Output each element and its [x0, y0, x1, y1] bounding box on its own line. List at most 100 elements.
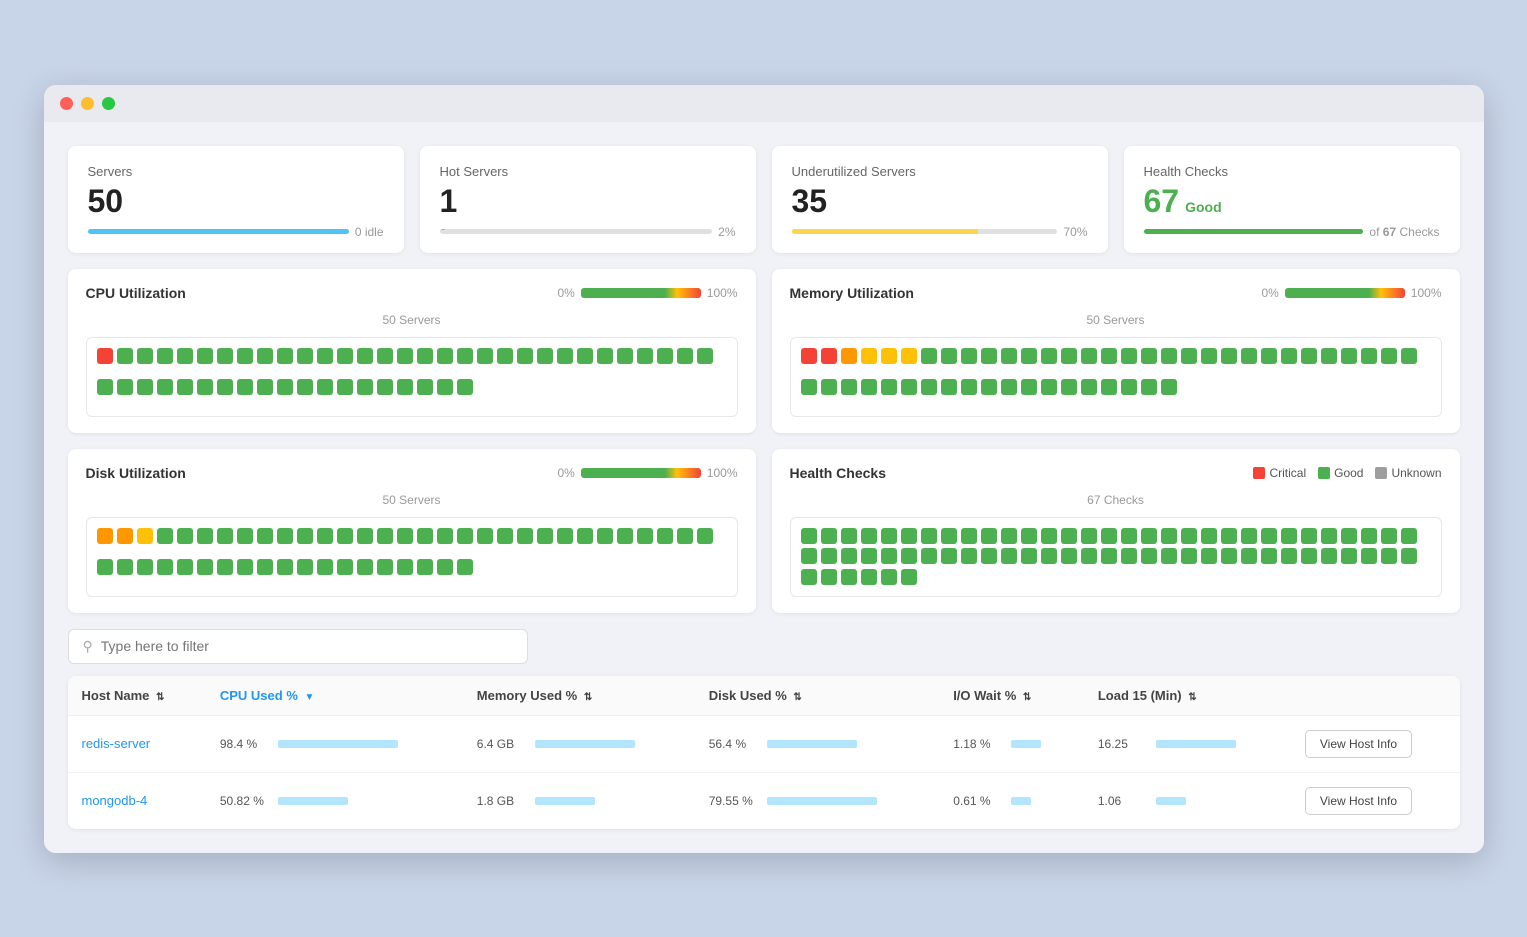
- server-dot: [97, 379, 113, 395]
- underutilized-card: Underutilized Servers 35 70%: [772, 146, 1108, 253]
- legend-critical-dot: [1253, 467, 1265, 479]
- check-dot: [881, 548, 897, 564]
- memory-server-count: 50 Servers: [790, 313, 1442, 327]
- cpu-sort-icon: ▼: [305, 692, 315, 703]
- check-dot: [1381, 548, 1397, 564]
- server-dot: [257, 528, 273, 544]
- server-dot: [1101, 379, 1117, 395]
- maximize-dot[interactable]: [102, 97, 115, 110]
- cpu-panel-header: CPU Utilization 0% 100%: [86, 285, 738, 301]
- server-dot: [537, 348, 553, 364]
- server-dot: [377, 528, 393, 544]
- check-dot: [1021, 528, 1037, 544]
- check-dot: [1121, 548, 1137, 564]
- disk-health-row: Disk Utilization 0% 100% 50 Servers: [68, 449, 1460, 613]
- server-dot: [157, 379, 173, 395]
- check-dot: [921, 548, 937, 564]
- table-header-row: Host Name ⇅ CPU Used % ▼ Memory Used % ⇅: [68, 676, 1460, 716]
- health-check-count: 67 Checks: [790, 493, 1442, 507]
- server-dot: [941, 379, 957, 395]
- server-dot: [597, 348, 613, 364]
- memory-value: 6.4 GB: [477, 737, 527, 751]
- col-load-15[interactable]: Load 15 (Min) ⇅: [1084, 676, 1291, 716]
- server-dot: [97, 559, 113, 575]
- col-disk-used[interactable]: Disk Used % ⇅: [695, 676, 939, 716]
- disk-bar: [767, 797, 877, 805]
- col-io-wait[interactable]: I/O Wait % ⇅: [939, 676, 1084, 716]
- host-link[interactable]: redis-server: [82, 736, 151, 751]
- minimize-dot[interactable]: [81, 97, 94, 110]
- server-dot: [237, 559, 253, 575]
- health-panel-header: Health Checks Critical Good Unknown: [790, 465, 1442, 481]
- io-bar-wrap: 0.61 %: [953, 794, 1070, 808]
- server-dot: [417, 379, 433, 395]
- check-dot: [1361, 528, 1377, 544]
- disk-bar-wrap: 56.4 %: [709, 737, 925, 751]
- health-panel-title: Health Checks: [790, 465, 886, 481]
- servers-bar-fill: [88, 229, 349, 234]
- filter-input[interactable]: [101, 638, 513, 654]
- server-dot: [157, 528, 173, 544]
- check-dot: [1101, 528, 1117, 544]
- hot-servers-card: Hot Servers 1 2%: [420, 146, 756, 253]
- server-dot: [457, 528, 473, 544]
- server-dot: [1141, 348, 1157, 364]
- check-dot: [1141, 548, 1157, 564]
- cpu-value: 98.4 %: [220, 737, 270, 751]
- check-dot: [961, 528, 977, 544]
- memory-scale: 0% 100%: [1261, 286, 1441, 300]
- load-cell: 1.06: [1084, 772, 1291, 829]
- server-dot: [981, 348, 997, 364]
- servers-card: Servers 50 0 idle: [68, 146, 404, 253]
- memory-bar: [535, 740, 635, 748]
- col-memory-used[interactable]: Memory Used % ⇅: [463, 676, 695, 716]
- server-dot: [237, 348, 253, 364]
- load-value: 1.06: [1098, 794, 1148, 808]
- server-dot: [257, 379, 273, 395]
- server-dot: [517, 528, 533, 544]
- underutilized-pct: 70%: [1063, 225, 1087, 239]
- host-name-cell: redis-server: [68, 715, 206, 772]
- server-dot: [397, 528, 413, 544]
- server-dot: [1221, 348, 1237, 364]
- server-dot: [597, 528, 613, 544]
- io-bar-wrap: 1.18 %: [953, 737, 1070, 751]
- health-of-label: of 67 Checks: [1369, 225, 1439, 239]
- cpu-cell: 98.4 %: [206, 715, 463, 772]
- server-dot: [137, 348, 153, 364]
- check-dot: [941, 548, 957, 564]
- server-dot: [277, 559, 293, 575]
- underutilized-value: 35: [792, 185, 1088, 217]
- health-legend: Critical Good Unknown: [1253, 466, 1441, 480]
- server-dot: [457, 379, 473, 395]
- host-link[interactable]: mongodb-4: [82, 793, 148, 808]
- cpu-scale-bar: [581, 288, 701, 298]
- table-row: redis-server 98.4 % 6.4 GB: [68, 715, 1460, 772]
- close-dot[interactable]: [60, 97, 73, 110]
- server-dot: [1241, 348, 1257, 364]
- server-dot: [257, 348, 273, 364]
- check-dot: [1381, 528, 1397, 544]
- check-dot: [821, 569, 837, 585]
- server-dot: [697, 528, 713, 544]
- utilization-row: CPU Utilization 0% 100% 50 Servers: [68, 269, 1460, 433]
- check-dot: [981, 548, 997, 564]
- server-dot: [497, 528, 513, 544]
- server-dot: [961, 348, 977, 364]
- server-dot: [881, 379, 897, 395]
- view-host-info-button[interactable]: View Host Info: [1305, 787, 1412, 815]
- col-host-name[interactable]: Host Name ⇅: [68, 676, 206, 716]
- view-host-info-button[interactable]: View Host Info: [1305, 730, 1412, 758]
- server-dot: [537, 528, 553, 544]
- server-dot: [137, 528, 153, 544]
- server-dot: [861, 348, 877, 364]
- memory-value: 1.8 GB: [477, 794, 527, 808]
- memory-panel-title: Memory Utilization: [790, 285, 914, 301]
- cpu-scale-left: 0%: [557, 286, 574, 300]
- check-dot: [961, 548, 977, 564]
- server-dot: [981, 379, 997, 395]
- col-cpu-used[interactable]: CPU Used % ▼: [206, 676, 463, 716]
- server-dot: [137, 559, 153, 575]
- server-dot: [197, 528, 213, 544]
- filter-row: ⚲: [68, 629, 1460, 664]
